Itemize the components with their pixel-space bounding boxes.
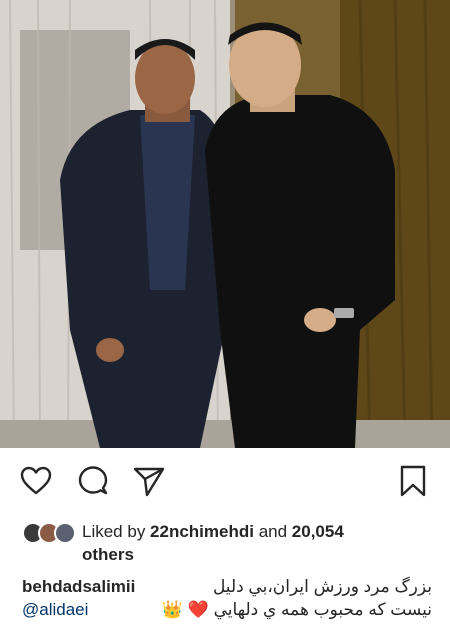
send-icon[interactable]	[132, 464, 166, 498]
liker-avatars[interactable]	[22, 522, 76, 544]
post-actions	[0, 458, 450, 506]
post-caption: behdadsalimii بزرگ مرد ورزش ایران،بي دلي…	[22, 575, 432, 621]
mention-link[interactable]: @alidaei	[22, 598, 88, 621]
comment-icon[interactable]	[76, 464, 110, 498]
caption-text-line1: بزرگ مرد ورزش ایران،بي دليل	[212, 577, 432, 596]
likes-text: Liked by 22nchimehdi and 20,054 others	[82, 520, 422, 566]
bookmark-icon[interactable]	[396, 464, 430, 498]
photo-illustration	[0, 0, 450, 448]
avatar	[54, 522, 76, 544]
heart-icon[interactable]	[19, 464, 53, 498]
author-username[interactable]: behdadsalimii	[22, 575, 135, 598]
likes-prefix: Liked by	[82, 522, 151, 541]
caption-text-line2: نيست كه محبوب همه ي دلهايي	[213, 600, 432, 619]
likes-suffix[interactable]: others	[82, 545, 134, 564]
liker-username[interactable]: 22nchimehdi	[150, 522, 254, 541]
heart-emoji: ❤️	[187, 600, 209, 619]
likes-count[interactable]: 20,054	[292, 522, 344, 541]
likes-summary: Liked by 22nchimehdi and 20,054 others	[22, 520, 432, 566]
likes-connector: and	[253, 522, 292, 541]
crown-emoji: 👑	[161, 600, 183, 619]
post-photo[interactable]	[0, 0, 450, 448]
